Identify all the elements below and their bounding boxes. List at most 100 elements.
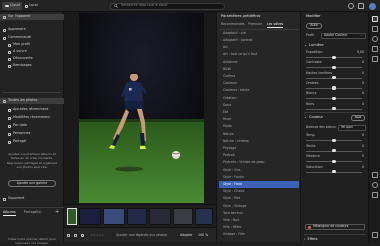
- preset-item[interactable]: Art: [219, 44, 299, 51]
- keywords-tool-icon[interactable]: [372, 192, 378, 198]
- main-photo[interactable]: [79, 13, 204, 203]
- edit-tool-icon[interactable]: [372, 16, 378, 22]
- sidebar-item-shared[interactable]: Partagé: [0, 139, 64, 145]
- lumiere-section-header[interactable]: ⌄ Lumière: [304, 43, 366, 49]
- slider-noirs[interactable]: Noirs 0: [304, 102, 366, 113]
- slider-teinte[interactable]: Teinte 0: [304, 144, 366, 155]
- slider-value[interactable]: 0: [362, 133, 364, 137]
- versions-tool-icon[interactable]: [372, 172, 378, 178]
- preset-item[interactable]: Mode: [219, 124, 299, 131]
- profile-select[interactable]: Adobe Couleur ⌄: [321, 32, 366, 39]
- preset-item[interactable]: Couleurs : teinte: [219, 88, 299, 95]
- slider-value[interactable]: 0: [362, 102, 364, 106]
- avatar[interactable]: [369, 2, 376, 10]
- help-icon[interactable]: [348, 3, 354, 9]
- add-album-button[interactable]: Ajouter une galerie: [8, 180, 56, 187]
- sidebar-item-edited[interactable]: Modifiées récemment: [0, 115, 64, 121]
- sidebar-item-profile[interactable]: Mon profil: [0, 42, 64, 48]
- sidebar-item-people[interactable]: Personnes: [0, 131, 64, 137]
- preset-item[interactable]: Automne: [219, 59, 299, 66]
- info-tool-icon[interactable]: [372, 182, 378, 188]
- sidebar-item-recent[interactable]: Ajoutées récemment: [0, 107, 64, 113]
- slider-knob[interactable]: [332, 170, 336, 174]
- heal-tool-icon[interactable]: [372, 36, 378, 42]
- presets-tool-icon[interactable]: [372, 56, 378, 62]
- preset-item[interactable]: Style : Vintage: [219, 203, 299, 210]
- tab-recommended[interactable]: Recommandés: [221, 22, 245, 26]
- preset-item[interactable]: Adaptatif : ciel: [219, 30, 299, 37]
- notification-icon[interactable]: [358, 3, 364, 9]
- preset-item[interactable]: Hiver: [219, 116, 299, 123]
- rating-stars[interactable]: ☆☆☆☆☆: [90, 232, 104, 239]
- preset-item[interactable]: Doux: [219, 102, 299, 109]
- sidebar-item-learn[interactable]: Apprendre: [0, 27, 64, 33]
- slider-knob[interactable]: [332, 65, 336, 70]
- sidebar-item-by-date[interactable]: Par date: [0, 123, 64, 129]
- slider-value[interactable]: 0: [362, 165, 364, 169]
- preset-item[interactable]: Style : Mat: [219, 196, 299, 203]
- white-balance-select[interactable]: Tel quel: [338, 124, 366, 131]
- preset-item[interactable]: Style : Fondu: [219, 174, 299, 181]
- thumbnail[interactable]: [127, 208, 147, 225]
- slider-knob[interactable]: [332, 96, 336, 100]
- sidebar-item-remix[interactable]: Remixages: [0, 63, 64, 69]
- preset-item[interactable]: Vintage : Film: [219, 232, 299, 239]
- slider-knob[interactable]: [332, 138, 336, 142]
- add-album-icon[interactable]: +: [55, 210, 59, 215]
- sidebar-item-device[interactable]: Sur l'appareil: [0, 14, 64, 20]
- slider-knob[interactable]: [332, 76, 336, 80]
- preset-item[interactable]: Style : Chaud: [219, 188, 299, 195]
- slider-contraste[interactable]: Contraste 0: [304, 61, 366, 71]
- tab-yours[interactable]: Les vôtres: [267, 22, 284, 29]
- sidebar-item-community[interactable]: Communauté: [0, 35, 64, 41]
- slider-knob[interactable]: [332, 107, 336, 111]
- mask-tool-icon[interactable]: [372, 46, 378, 52]
- preset-item[interactable]: Nature : cinéma: [219, 138, 299, 145]
- preset-item[interactable]: Paysage: [219, 145, 299, 152]
- zoom-value[interactable]: 100 %: [198, 232, 208, 239]
- thumbnail[interactable]: [173, 208, 193, 225]
- cloud-tab[interactable]: Cloud: [2, 2, 23, 10]
- preset-item[interactable]: Cinéma: [219, 73, 299, 80]
- preset-item[interactable]: Art : tout ce qu'il faut: [219, 52, 299, 59]
- thumbnail[interactable]: [103, 208, 125, 225]
- sidebar-item-deleted[interactable]: Supprimé: [0, 196, 64, 202]
- detail-view-icon[interactable]: [81, 232, 84, 239]
- thumbnail[interactable]: [195, 208, 213, 225]
- slider-value[interactable]: 0,00: [357, 50, 364, 54]
- preset-item[interactable]: Portraits : teintes de peau: [219, 160, 299, 167]
- slider-knob[interactable]: [332, 86, 336, 90]
- preset-item[interactable]: Ville : Nuit: [219, 217, 299, 224]
- tab-albums[interactable]: Albums: [3, 210, 16, 217]
- preset-item[interactable]: Couleurs: [219, 80, 299, 87]
- thumbnail[interactable]: [79, 208, 101, 225]
- slider-value[interactable]: 0: [362, 91, 364, 95]
- slider-knob[interactable]: [332, 159, 336, 163]
- preset-item[interactable]: Portrait: [219, 152, 299, 159]
- crop-tool-icon[interactable]: [372, 26, 378, 32]
- preset-item[interactable]: Adaptatif : portrait: [219, 37, 299, 44]
- slider-temp-[interactable]: Temp. 0: [304, 133, 366, 144]
- preset-item[interactable]: B&W: [219, 66, 299, 73]
- sidebar-item-discover[interactable]: Découverte: [0, 56, 64, 62]
- slider-value[interactable]: 0: [362, 71, 364, 75]
- activity-tool-icon[interactable]: [372, 232, 378, 238]
- mixer-button[interactable]: Mélangeur de couleurs: [305, 224, 365, 230]
- preset-item[interactable]: Été: [219, 109, 299, 116]
- preset-item[interactable]: Style : Gris: [219, 167, 299, 174]
- search-input[interactable]: Recherche dans tout le cloud: [110, 2, 225, 10]
- slider-value[interactable]: 0: [362, 144, 364, 148]
- preset-item[interactable]: Style : Froid: [219, 181, 299, 189]
- slider-knob[interactable]: [332, 149, 336, 153]
- preset-item[interactable]: Création: [219, 95, 299, 102]
- sidebar-item-all-photos[interactable]: Toutes les photos: [0, 98, 64, 104]
- filmstrip-view-icon[interactable]: [74, 232, 77, 239]
- auto-button[interactable]: Auto: [306, 23, 322, 29]
- preset-item[interactable]: Ville : Rétro: [219, 224, 299, 231]
- slider-value[interactable]: 0: [362, 154, 364, 158]
- local-tab[interactable]: Local: [22, 2, 40, 10]
- slider-knob[interactable]: [332, 55, 336, 59]
- preset-item[interactable]: Tons terreux: [219, 210, 299, 217]
- tab-premium[interactable]: Premium: [248, 22, 262, 26]
- tab-shared[interactable]: Partagé(s): [24, 210, 41, 214]
